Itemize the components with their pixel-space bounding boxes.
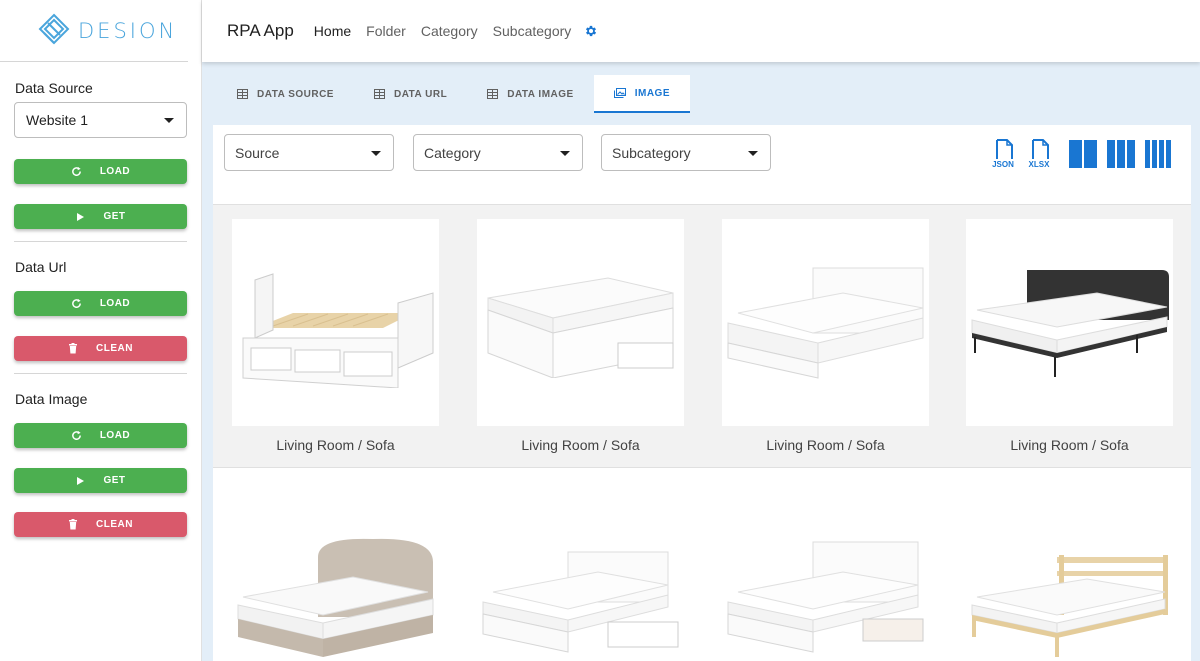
tab-data-image[interactable]: DATA IMAGE bbox=[467, 75, 593, 113]
subcategory-select-label: Subcategory bbox=[612, 144, 691, 161]
category-select-label: Category bbox=[424, 144, 481, 161]
nav-folder[interactable]: Folder bbox=[366, 23, 406, 39]
tab-label: DATA URL bbox=[393, 88, 448, 100]
data-image-load-button[interactable]: LOAD bbox=[14, 423, 187, 448]
image-card[interactable]: Living Room / Sofa bbox=[477, 219, 684, 453]
tab-label: DATA SOURCE bbox=[257, 88, 334, 100]
trash-icon bbox=[68, 343, 78, 354]
data-image-title: Data Image bbox=[15, 391, 88, 407]
chevron-down-icon bbox=[560, 150, 570, 156]
divider bbox=[14, 241, 187, 242]
nav-category[interactable]: Category bbox=[421, 23, 478, 39]
image-grid: Living Room / Sofa Living Room / Sofa Li… bbox=[213, 205, 1191, 661]
source-select[interactable]: Source bbox=[224, 134, 394, 171]
logo: DESION bbox=[0, 0, 188, 62]
image-caption: Living Room / Sofa bbox=[276, 437, 395, 453]
bed-image bbox=[477, 482, 684, 661]
sidebar: DESION Data Source Website 1 LOAD GET Da… bbox=[0, 0, 202, 661]
image-row: Living Room / Sofa Living Room / Sofa Li… bbox=[213, 205, 1191, 467]
image-caption: Living Room / Sofa bbox=[1010, 437, 1129, 453]
image-icon bbox=[613, 88, 626, 98]
trash-icon bbox=[68, 519, 78, 530]
data-image-clean-button[interactable]: CLEAN bbox=[14, 512, 187, 537]
filter-toolbar: Source Category Subcategory JSON XLSX bbox=[213, 125, 1191, 205]
play-icon bbox=[75, 476, 85, 486]
data-image-get-button[interactable]: GET bbox=[14, 468, 187, 493]
columns-3-icon[interactable] bbox=[1107, 140, 1137, 168]
data-image-load-label: LOAD bbox=[99, 430, 131, 441]
logo-icon bbox=[38, 13, 70, 44]
subcategory-select[interactable]: Subcategory bbox=[601, 134, 771, 171]
data-image-clean-label: CLEAN bbox=[96, 519, 133, 530]
image-row bbox=[213, 467, 1191, 661]
tab-label: IMAGE bbox=[634, 87, 670, 99]
bed-image bbox=[232, 482, 439, 661]
image-card[interactable] bbox=[477, 482, 684, 661]
bed-image bbox=[722, 219, 929, 426]
chevron-down-icon bbox=[371, 150, 381, 156]
toolbar-icons: JSON XLSX bbox=[989, 139, 1173, 169]
image-card[interactable]: Living Room / Sofa bbox=[966, 219, 1173, 453]
tab-label: DATA IMAGE bbox=[507, 88, 574, 100]
chevron-down-icon bbox=[164, 118, 174, 123]
data-source-load-button[interactable]: LOAD bbox=[14, 159, 187, 184]
tab-data-source[interactable]: DATA SOURCE bbox=[217, 75, 354, 113]
image-card[interactable]: Living Room / Sofa bbox=[232, 219, 439, 453]
data-url-clean-button[interactable]: CLEAN bbox=[14, 336, 187, 361]
json-export-icon[interactable]: JSON bbox=[989, 139, 1017, 169]
image-panel: Source Category Subcategory JSON XLSX Li… bbox=[213, 125, 1191, 661]
refresh-icon bbox=[71, 298, 82, 309]
table-icon bbox=[373, 89, 385, 99]
data-source-title: Data Source bbox=[15, 80, 93, 96]
data-image-get-label: GET bbox=[103, 475, 126, 486]
data-url-load-button[interactable]: LOAD bbox=[14, 291, 187, 316]
image-card[interactable] bbox=[722, 482, 929, 661]
bed-image bbox=[477, 219, 684, 426]
bed-image bbox=[722, 482, 929, 661]
tab-image[interactable]: IMAGE bbox=[593, 75, 690, 113]
logo-text: DESION bbox=[78, 18, 178, 43]
image-card[interactable]: Living Room / Sofa bbox=[722, 219, 929, 453]
image-caption: Living Room / Sofa bbox=[766, 437, 885, 453]
image-card[interactable] bbox=[232, 482, 439, 661]
xlsx-export-icon[interactable]: XLSX bbox=[1025, 139, 1053, 169]
data-source-select[interactable]: Website 1 bbox=[14, 102, 187, 138]
bed-image bbox=[966, 219, 1173, 426]
columns-2-icon[interactable] bbox=[1069, 140, 1099, 168]
columns-4-icon[interactable] bbox=[1145, 140, 1173, 168]
data-source-select-value: Website 1 bbox=[26, 112, 88, 128]
gear-icon[interactable] bbox=[584, 24, 598, 38]
table-icon bbox=[237, 89, 248, 99]
nav-home[interactable]: Home bbox=[314, 23, 351, 39]
main-content: DATA SOURCE DATA URL DATA IMAGE IMAGE So… bbox=[202, 62, 1200, 661]
divider bbox=[14, 373, 187, 374]
source-select-label: Source bbox=[235, 144, 280, 161]
json-label: JSON bbox=[992, 160, 1014, 169]
refresh-icon bbox=[71, 166, 82, 177]
top-app-bar: RPA App Home Folder Category Subcategory bbox=[202, 0, 1200, 62]
data-url-title: Data Url bbox=[15, 259, 67, 275]
image-caption: Living Room / Sofa bbox=[521, 437, 640, 453]
table-icon bbox=[487, 89, 499, 99]
data-source-get-label: GET bbox=[103, 211, 126, 222]
nav-subcategory[interactable]: Subcategory bbox=[493, 23, 572, 39]
bed-image bbox=[966, 482, 1173, 661]
app-title: RPA App bbox=[227, 21, 294, 40]
data-url-clean-label: CLEAN bbox=[96, 343, 133, 354]
refresh-icon bbox=[71, 430, 82, 441]
play-icon bbox=[75, 212, 85, 222]
data-url-load-label: LOAD bbox=[99, 298, 131, 309]
data-source-load-label: LOAD bbox=[99, 166, 131, 177]
chevron-down-icon bbox=[748, 150, 758, 156]
data-source-get-button[interactable]: GET bbox=[14, 204, 187, 229]
category-select[interactable]: Category bbox=[413, 134, 583, 171]
tab-bar: DATA SOURCE DATA URL DATA IMAGE IMAGE bbox=[217, 75, 690, 113]
tab-data-url[interactable]: DATA URL bbox=[354, 75, 467, 113]
image-card[interactable] bbox=[966, 482, 1173, 661]
bed-image bbox=[232, 219, 439, 426]
xlsx-label: XLSX bbox=[1028, 160, 1050, 169]
